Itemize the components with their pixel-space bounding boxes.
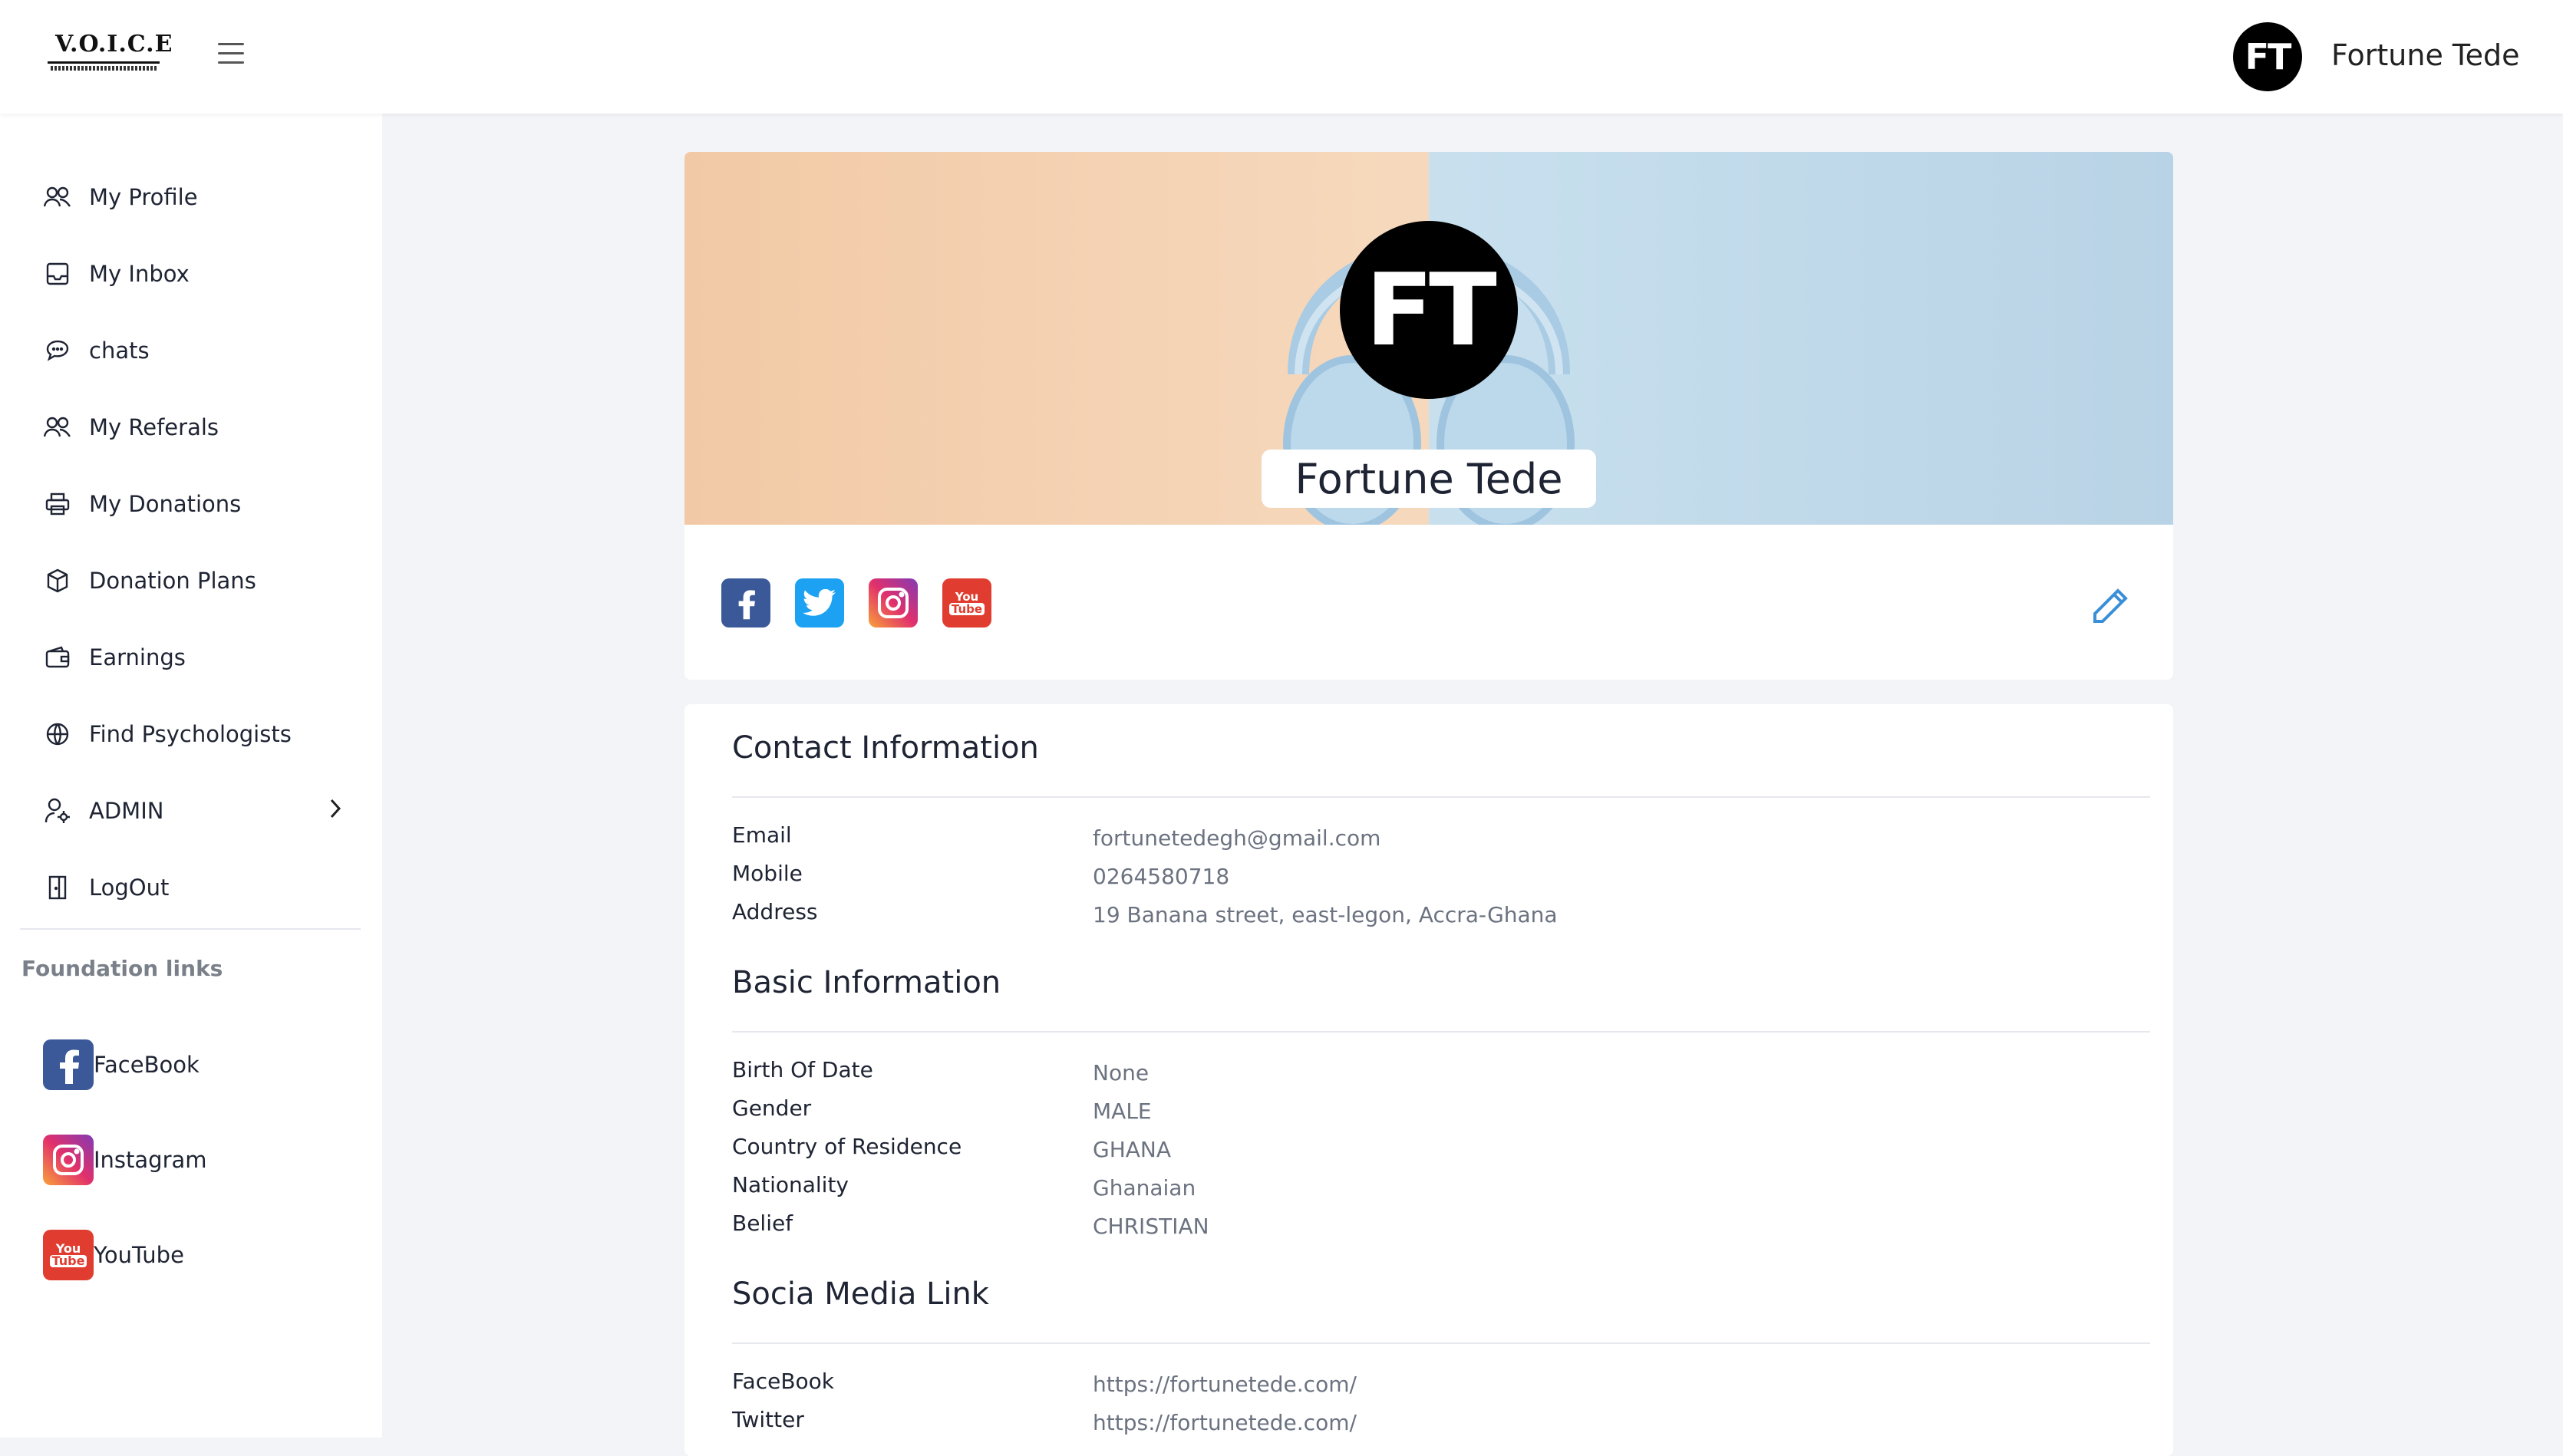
sidebar-item-label: My Profile bbox=[89, 184, 198, 210]
nationality-label: Nationality bbox=[732, 1172, 849, 1197]
twitter-icon[interactable] bbox=[795, 578, 844, 628]
logo-underline bbox=[48, 61, 160, 64]
user-settings-icon bbox=[43, 796, 72, 825]
email-label: Email bbox=[732, 822, 792, 848]
gender-label: Gender bbox=[732, 1095, 812, 1121]
menu-toggle-icon[interactable] bbox=[218, 43, 244, 66]
section-divider bbox=[732, 796, 2150, 798]
sidebar-item-label: My Donations bbox=[89, 491, 242, 517]
sidebar-item-label: Earnings bbox=[89, 644, 186, 670]
sidebar-item-label: chats bbox=[89, 338, 150, 364]
mobile-label: Mobile bbox=[732, 861, 803, 886]
profile-details-card: Contact Information Email fortunetedegh@… bbox=[684, 704, 2173, 1456]
app-logo[interactable]: V.O.I.C.E bbox=[48, 31, 172, 75]
instagram-icon bbox=[43, 1135, 94, 1185]
facebook-link-label: FaceBook bbox=[732, 1369, 834, 1394]
sidebar-item-label: My Referals bbox=[89, 414, 219, 440]
facebook-icon[interactable] bbox=[721, 578, 770, 628]
email-value: fortunetedegh@gmail.com bbox=[1093, 825, 1381, 851]
users-icon bbox=[43, 413, 72, 442]
foundation-links-heading: Foundation links bbox=[21, 956, 223, 981]
belief-label: Belief bbox=[732, 1211, 793, 1236]
box-icon bbox=[43, 566, 72, 595]
top-bar: V.O.I.C.E FT Fortune Tede bbox=[0, 0, 2563, 114]
profile-name: Fortune Tede bbox=[1262, 450, 1596, 508]
facebook-icon bbox=[43, 1039, 94, 1090]
sidebar-item-label: Donation Plans bbox=[89, 568, 256, 594]
gender-value: MALE bbox=[1093, 1099, 1152, 1124]
sidebar-divider bbox=[20, 928, 361, 930]
section-divider bbox=[732, 1031, 2150, 1033]
instagram-icon[interactable] bbox=[869, 578, 918, 628]
sidebar: My Profile My Inbox chats My Referals My… bbox=[0, 114, 382, 1438]
globe-icon bbox=[43, 720, 72, 749]
foundation-link-label: Instagram bbox=[94, 1147, 207, 1173]
belief-value: CHRISTIAN bbox=[1093, 1214, 1209, 1239]
profile-avatar[interactable]: FT bbox=[1340, 221, 1518, 399]
facebook-link-value[interactable]: https://fortunetede.com/ bbox=[1093, 1372, 1357, 1397]
country-value: GHANA bbox=[1093, 1137, 1172, 1162]
chat-icon bbox=[43, 336, 72, 365]
profile-social-bar: You Tube bbox=[684, 525, 2173, 680]
twitter-link-value[interactable]: https://fortunetede.com/ bbox=[1093, 1410, 1357, 1435]
address-label: Address bbox=[732, 899, 818, 924]
user-name[interactable]: Fortune Tede bbox=[2331, 38, 2520, 72]
birth-date-label: Birth Of Date bbox=[732, 1057, 873, 1082]
foundation-link-instagram[interactable]: Instagram bbox=[43, 1133, 207, 1187]
user-avatar[interactable]: FT bbox=[2233, 22, 2302, 91]
users-icon bbox=[43, 183, 72, 212]
logo-text: V.O.I.C.E bbox=[55, 31, 173, 58]
sidebar-item-my-profile[interactable]: My Profile bbox=[43, 174, 342, 220]
sidebar-item-label: ADMIN bbox=[89, 798, 164, 824]
wallet-icon bbox=[43, 643, 72, 672]
birth-date-value: None bbox=[1093, 1060, 1150, 1085]
foundation-link-facebook[interactable]: FaceBook bbox=[43, 1038, 200, 1092]
chevron-right-icon[interactable] bbox=[328, 797, 342, 826]
sidebar-item-label: My Inbox bbox=[89, 261, 190, 287]
sidebar-item-admin[interactable]: ADMIN bbox=[43, 788, 342, 834]
mobile-value: 0264580718 bbox=[1093, 864, 1230, 889]
contact-info-heading: Contact Information bbox=[732, 730, 1039, 766]
profile-cover-banner: FT Fortune Tede bbox=[684, 152, 2173, 525]
sidebar-item-my-referals[interactable]: My Referals bbox=[43, 404, 342, 450]
printer-icon bbox=[43, 489, 72, 519]
sidebar-item-label: LogOut bbox=[89, 875, 170, 901]
youtube-icon: You Tube bbox=[43, 1230, 94, 1280]
sidebar-item-donation-plans[interactable]: Donation Plans bbox=[43, 558, 342, 604]
sidebar-item-label: Find Psychologists bbox=[89, 721, 292, 747]
foundation-link-label: FaceBook bbox=[94, 1052, 200, 1078]
twitter-link-label: Twitter bbox=[732, 1407, 804, 1432]
foundation-link-youtube[interactable]: You Tube YouTube bbox=[43, 1228, 184, 1282]
door-icon bbox=[43, 873, 72, 902]
sidebar-item-find-psychologists[interactable]: Find Psychologists bbox=[43, 711, 342, 757]
sidebar-item-my-inbox[interactable]: My Inbox bbox=[43, 251, 342, 297]
social-media-heading: Socia Media Link bbox=[732, 1276, 989, 1312]
sidebar-item-logout[interactable]: LogOut bbox=[43, 865, 342, 911]
sidebar-item-my-donations[interactable]: My Donations bbox=[43, 481, 342, 527]
logo-tagline-mark bbox=[51, 66, 157, 71]
edit-profile-pencil-icon[interactable] bbox=[2089, 585, 2132, 628]
foundation-link-label: YouTube bbox=[94, 1242, 184, 1268]
sidebar-item-chats[interactable]: chats bbox=[43, 328, 342, 374]
country-label: Country of Residence bbox=[732, 1134, 962, 1159]
inbox-icon bbox=[43, 259, 72, 288]
basic-info-heading: Basic Information bbox=[732, 965, 1001, 1000]
address-value: 19 Banana street, east-legon, Accra-Ghan… bbox=[1093, 902, 1558, 927]
nationality-value: Ghanaian bbox=[1093, 1175, 1196, 1201]
sidebar-item-earnings[interactable]: Earnings bbox=[43, 634, 342, 680]
section-divider bbox=[732, 1342, 2150, 1344]
youtube-icon[interactable]: You Tube bbox=[942, 578, 991, 628]
